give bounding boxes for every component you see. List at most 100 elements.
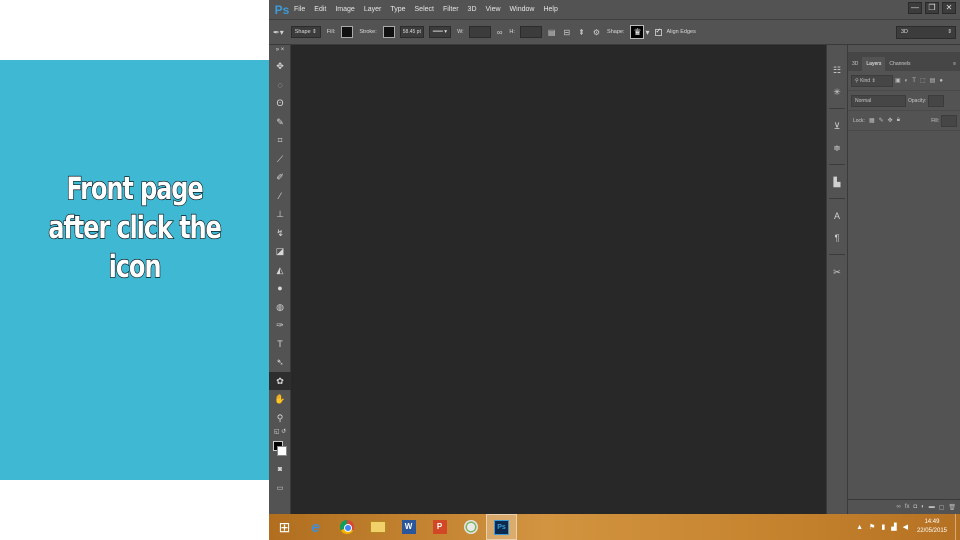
menu-edit[interactable]: Edit [314,6,326,13]
path-operations-icon[interactable]: ▤ [548,28,556,37]
start-button[interactable]: ⊞ [269,514,300,540]
taskbar-chrome[interactable] [331,514,362,540]
path-select-icon[interactable]: ➴ [269,353,291,372]
opacity-field[interactable] [928,94,945,107]
brush-icon[interactable]: ⁄ [269,187,291,206]
stroke-width-field[interactable]: 58.45 pt [399,26,424,38]
toolbox-collapse-icon[interactable]: » × [269,45,291,57]
clone-source-panel-icon[interactable]: ▙ [827,171,847,193]
screen-mode-icon[interactable]: ▭ [269,480,291,499]
trophy-shape-icon[interactable]: ♛ [630,25,645,39]
menu-help[interactable]: Help [543,6,557,13]
lasso-icon[interactable]: ʘ [269,94,291,113]
height-field[interactable] [519,26,542,38]
blur-icon[interactable]: ● [269,279,291,298]
gear-icon[interactable]: ⚙ [593,28,600,37]
layer-mask-icon[interactable]: ◘ [913,504,917,510]
network-icon[interactable]: ▟ [891,523,896,531]
menu-window[interactable]: Window [510,6,535,13]
workspace-dropdown[interactable]: 3D ⇕ [896,26,956,39]
lock-position-icon[interactable]: ✥ [888,117,893,124]
quick-select-icon[interactable]: ✎ [269,113,291,132]
lock-transparent-icon[interactable]: ▦ [869,117,875,124]
battery-icon[interactable]: ▮ [881,523,885,531]
tool-presets-panel-icon[interactable]: ✂ [827,261,847,283]
taskbar-powerpoint[interactable]: P [424,514,455,540]
filter-pixel-icon[interactable]: ▣ [895,77,901,84]
crop-icon[interactable]: ⌗ [269,131,291,150]
quick-mask-icon[interactable]: ◙ [269,461,291,480]
lock-all-icon[interactable]: 🔒︎ [897,117,900,124]
menu-file[interactable]: File [294,6,305,13]
healing-brush-icon[interactable]: ✐ [269,168,291,187]
menu-filter[interactable]: Filter [443,6,459,13]
stroke-type-dropdown[interactable]: ━━━ ▾ [428,26,452,38]
filter-adjustment-icon[interactable]: ◐ [905,78,909,84]
fill-field[interactable] [941,114,957,127]
adjustments-panel-icon[interactable]: ≑ [827,137,847,159]
custom-shape-icon[interactable]: ✿ [269,371,291,390]
tab-channels[interactable]: Channels [885,57,914,71]
menu-3d[interactable]: 3D [468,6,477,13]
path-alignment-icon[interactable]: ⊟ [563,28,570,37]
stroke-swatch[interactable] [382,26,395,38]
hand-icon[interactable]: ✋ [269,390,291,409]
filter-kind-dropdown[interactable]: ⚲ Kind ⇕ [851,74,893,87]
minimize-button[interactable]: — [908,2,922,14]
adjustment-layer-icon[interactable]: ◐ [921,504,925,510]
menu-type[interactable]: Type [390,6,405,13]
link-icon[interactable]: ∞ [497,28,503,37]
fill-swatch[interactable] [341,26,354,38]
group-icon[interactable]: ▬ [929,504,935,510]
filter-toggle-icon[interactable]: ● [939,78,943,84]
tab-layers[interactable]: Layers [862,57,886,71]
tool-mode-dropdown[interactable]: Shape ⇕ [290,26,321,38]
menu-layer[interactable]: Layer [364,6,382,13]
dodge-icon[interactable]: ◍ [269,298,291,317]
taskbar-photoshop[interactable]: Ps [486,514,517,540]
taskbar-paint[interactable] [455,514,486,540]
eyedropper-icon[interactable]: ⟋ [269,150,291,169]
canvas-area[interactable] [291,45,826,514]
filter-smart-object-icon[interactable]: ▤ [930,77,936,84]
history-brush-icon[interactable]: ↯ [269,224,291,243]
type-icon[interactable]: T [269,335,291,354]
link-layers-icon[interactable]: ∞ [897,504,901,510]
new-layer-icon[interactable]: ▢ [939,504,945,511]
history-panel-icon[interactable]: ☷ [827,59,847,81]
volume-icon[interactable]: ◀ [903,523,908,531]
align-edges-checkbox[interactable] [654,27,662,36]
paint-bucket-icon[interactable]: ◭ [269,261,291,280]
chevron-down-icon[interactable]: ▾ [645,28,649,37]
layer-style-icon[interactable]: fx [905,504,910,510]
width-field[interactable] [468,26,491,38]
tool-preset-icon[interactable]: ✒▾ [273,28,284,37]
tab-3d[interactable]: 3D [848,57,862,71]
color-swatches[interactable] [269,439,290,461]
zoom-icon[interactable]: ⚲ [269,409,291,428]
filter-type-icon[interactable]: T [912,78,916,84]
marquee-icon[interactable]: ◌ [269,76,291,95]
brush-panel-icon[interactable]: ✳ [827,81,847,103]
blend-mode-dropdown[interactable]: Normal [851,94,906,107]
trash-icon[interactable]: 🗑︎ [948,504,956,511]
show-hidden-icons[interactable]: ▲ [856,524,863,531]
paragraph-panel-icon[interactable]: ¶ [827,227,847,249]
properties-panel-icon[interactable]: ⊻ [827,115,847,137]
swap-colors-icon[interactable]: ◱ ↺ [269,427,291,439]
path-arrangement-icon[interactable]: ⇞ [578,28,585,37]
taskbar-word[interactable]: W [393,514,424,540]
filter-shape-icon[interactable]: ⬚ [920,77,926,84]
restore-button[interactable]: ❐ [925,2,939,14]
clone-stamp-icon[interactable]: ⊥ [269,205,291,224]
eraser-icon[interactable]: ◪ [269,242,291,261]
flag-icon[interactable]: ⚑ [869,523,875,531]
lock-image-icon[interactable]: ✎ [879,117,884,124]
menu-image[interactable]: Image [335,6,354,13]
move-icon[interactable]: ✥ [269,57,291,76]
pen-icon[interactable]: ✑ [269,316,291,335]
taskbar-explorer[interactable] [362,514,393,540]
close-button[interactable]: ✕ [942,2,956,14]
menu-view[interactable]: View [486,6,501,13]
menu-select[interactable]: Select [415,6,434,13]
